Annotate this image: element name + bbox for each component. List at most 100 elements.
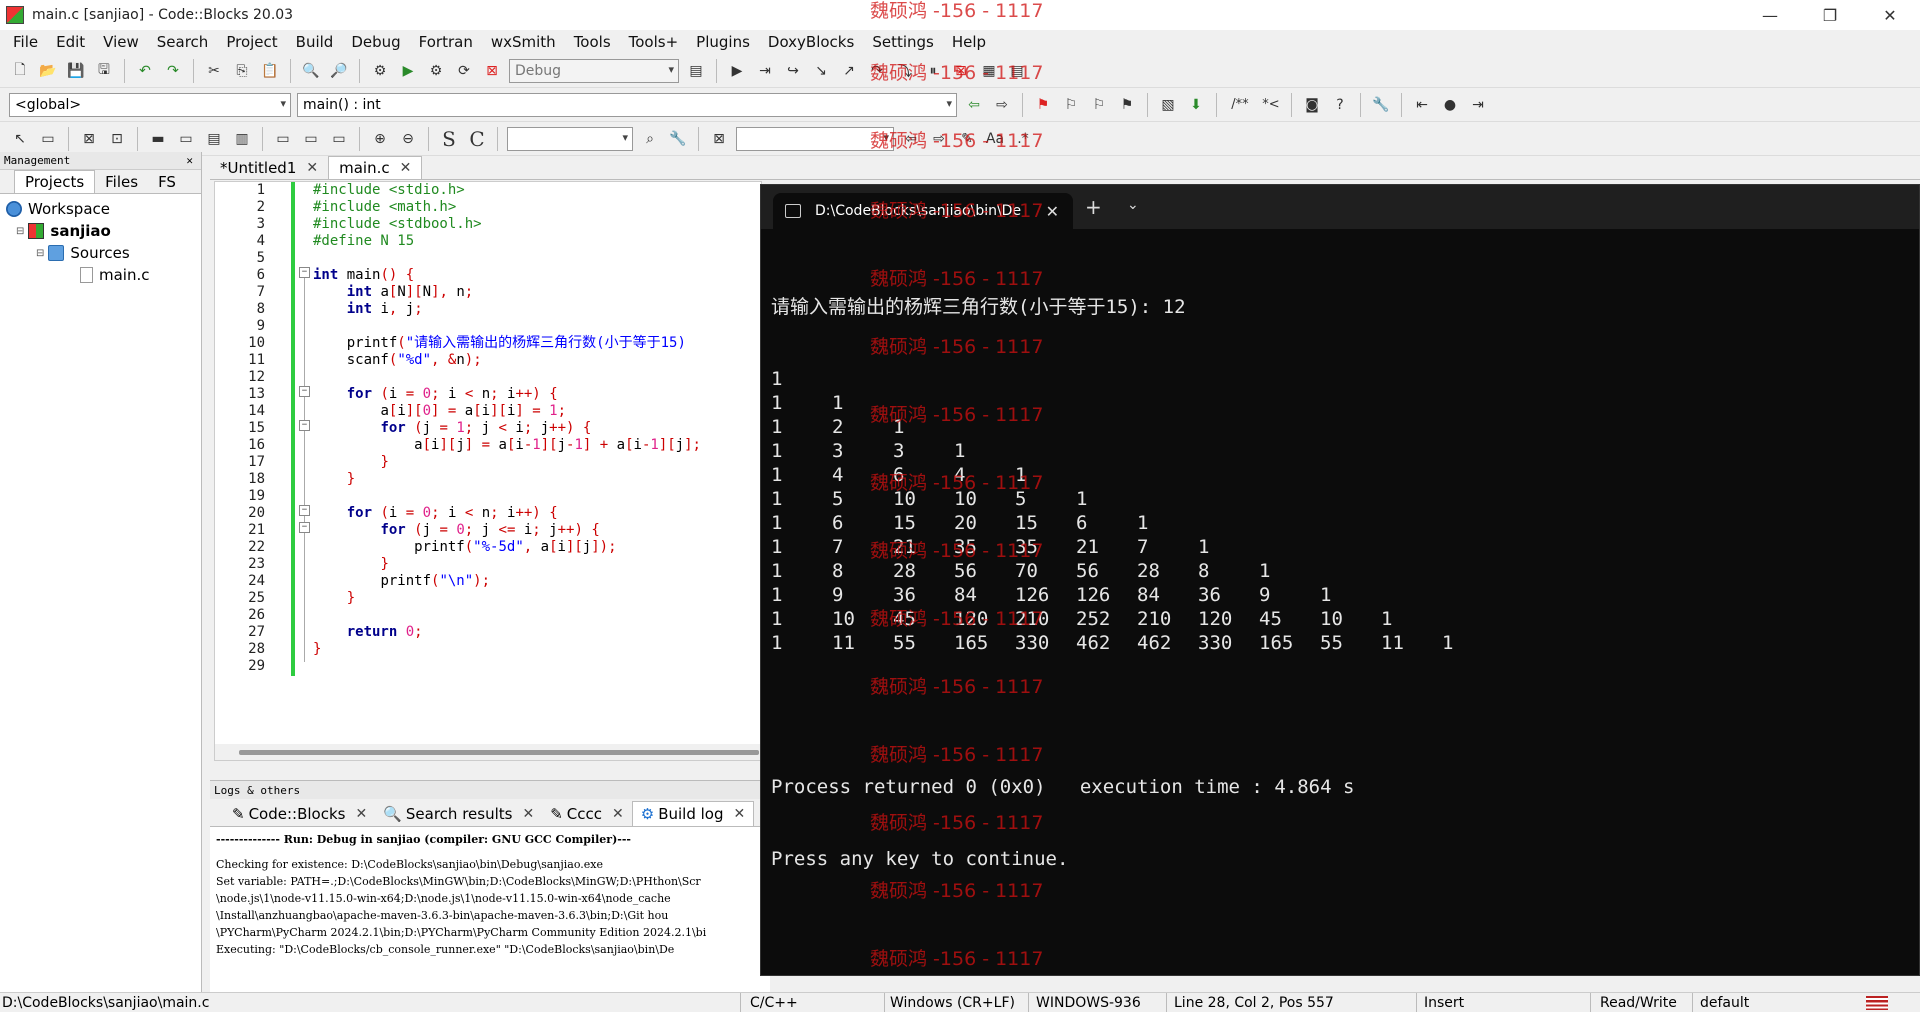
- collapse-icon[interactable]: ⊟: [36, 248, 44, 259]
- open-file-icon[interactable]: 📂: [36, 59, 60, 83]
- find-icon[interactable]: 🔍: [299, 59, 323, 83]
- menu-file[interactable]: File: [4, 33, 47, 51]
- clear-bookmarks-icon[interactable]: ⚑: [1115, 93, 1139, 117]
- menu-wxsmith[interactable]: wxSmith: [482, 33, 565, 51]
- code-line[interactable]: }: [313, 590, 701, 607]
- tab-files[interactable]: Files: [95, 171, 148, 193]
- horizontal-scrollbar[interactable]: [215, 744, 761, 760]
- run-icon[interactable]: ▶: [396, 59, 420, 83]
- code-line[interactable]: }: [313, 454, 701, 471]
- fold-marker[interactable]: −: [299, 505, 310, 516]
- code-line[interactable]: for (i = 0; i < n; i++) {: [313, 386, 701, 403]
- next-line-icon[interactable]: ↪: [781, 59, 805, 83]
- rebuild-icon[interactable]: ⟳: [452, 59, 476, 83]
- maximize-button[interactable]: ❐: [1800, 0, 1860, 30]
- menu-view[interactable]: View: [94, 33, 148, 51]
- tab-projects[interactable]: Projects: [14, 170, 96, 193]
- code-line[interactable]: int i, j;: [313, 301, 701, 318]
- tree-node-main-c[interactable]: main.c: [6, 264, 201, 286]
- wx-border2-icon[interactable]: ▭: [299, 127, 323, 151]
- wx-border1-icon[interactable]: ▭: [271, 127, 295, 151]
- jump-back-icon[interactable]: ⇦: [962, 93, 986, 117]
- abort-icon[interactable]: ⊠: [480, 59, 504, 83]
- close-icon[interactable]: ✕: [400, 160, 412, 176]
- code-line[interactable]: for (j = 1; j < i; j++) {: [313, 420, 701, 437]
- build-target-select[interactable]: Debug ▾: [509, 58, 679, 83]
- search-run-icon[interactable]: ⌕: [638, 127, 662, 151]
- redo-icon[interactable]: ↷: [161, 59, 185, 83]
- clear-search-icon[interactable]: ⊠: [707, 127, 731, 151]
- record-icon[interactable]: ●: [1438, 93, 1462, 117]
- tab-build-log[interactable]: ⚙ Build log ✕: [631, 801, 755, 826]
- tab-untitled1[interactable]: *Untitled1 ✕: [210, 157, 328, 179]
- function-select[interactable]: main() : int ▾: [297, 92, 957, 117]
- zoom-in-icon[interactable]: ⊕: [368, 127, 392, 151]
- paste-icon[interactable]: 📋: [258, 59, 282, 83]
- code-line[interactable]: }: [313, 641, 701, 658]
- doxy-extract-icon[interactable]: ⬇: [1184, 93, 1208, 117]
- syntax-s-icon[interactable]: S: [437, 127, 461, 151]
- code-line[interactable]: printf("%-5d", a[i][j]);: [313, 539, 701, 556]
- close-icon[interactable]: ✕: [186, 154, 193, 167]
- code-editor[interactable]: 1 2 3 4 5 6 7 8 9 10 11 12 13 14 15 16 17 18 19 20 21 22 23 24 2…: [214, 181, 762, 761]
- close-button[interactable]: ✕: [1860, 0, 1920, 30]
- tab-main-c[interactable]: main.c ✕: [328, 156, 423, 179]
- wx-sizer4-icon[interactable]: ▥: [230, 127, 254, 151]
- replace-icon[interactable]: 🔎: [327, 59, 351, 83]
- new-tab-button[interactable]: +: [1085, 195, 1102, 219]
- wx-sizer2-icon[interactable]: ▭: [174, 127, 198, 151]
- menu-debug[interactable]: Debug: [342, 33, 409, 51]
- tab-search-results[interactable]: 🔍 Search results ✕: [375, 802, 542, 826]
- code-line[interactable]: [313, 658, 701, 675]
- minimize-button[interactable]: —: [1740, 0, 1800, 30]
- doxy-html-icon[interactable]: ◙: [1300, 93, 1324, 117]
- code-line[interactable]: #include <stdio.h>: [313, 182, 701, 199]
- fold-marker[interactable]: −: [299, 386, 310, 397]
- run-to-cursor-icon[interactable]: ⇥: [753, 59, 777, 83]
- build-target-info-icon[interactable]: ▤: [684, 59, 708, 83]
- jump-forward-icon[interactable]: ⇨: [990, 93, 1014, 117]
- syntax-c-icon[interactable]: C: [465, 127, 489, 151]
- close-icon[interactable]: ✕: [612, 806, 624, 822]
- code-line[interactable]: }: [313, 471, 701, 488]
- code-line[interactable]: a[i][0] = a[i][i] = 1;: [313, 403, 701, 420]
- menu-tools[interactable]: Tools: [565, 33, 620, 51]
- close-icon[interactable]: ✕: [1046, 202, 1059, 221]
- fold-marker[interactable]: −: [299, 420, 310, 431]
- undo-icon[interactable]: ↶: [133, 59, 157, 83]
- save-icon[interactable]: 💾: [64, 59, 88, 83]
- menu-plugins[interactable]: Plugins: [687, 33, 759, 51]
- code-line[interactable]: #include <math.h>: [313, 199, 701, 216]
- code-line[interactable]: }: [313, 556, 701, 573]
- code-line[interactable]: a[i][j] = a[i-1][j-1] + a[i-1][j];: [313, 437, 701, 454]
- tab-codeblocks-log[interactable]: ✎ Code::Blocks ✕: [224, 802, 375, 826]
- toggle-bookmark-icon[interactable]: ⚑: [1031, 93, 1055, 117]
- menu-project[interactable]: Project: [217, 33, 286, 51]
- code-line[interactable]: int a[N][N], n;: [313, 284, 701, 301]
- wx-sizer3-icon[interactable]: ▤: [202, 127, 226, 151]
- step-into-icon[interactable]: ↘: [809, 59, 833, 83]
- wx-dialog-icon[interactable]: ⊡: [105, 127, 129, 151]
- save-all-icon[interactable]: 🖫: [92, 59, 116, 83]
- tree-node-project[interactable]: ⊟ sanjiao: [6, 220, 201, 242]
- code-line[interactable]: [313, 318, 701, 335]
- collapse-icon[interactable]: ⊟: [16, 226, 24, 237]
- code-line[interactable]: [313, 369, 701, 386]
- search-settings-icon[interactable]: 🔧: [666, 127, 690, 151]
- scope-select[interactable]: <global> ▾: [9, 92, 291, 117]
- menu-help[interactable]: Help: [943, 33, 995, 51]
- menu-tools-plus[interactable]: Tools+: [620, 33, 688, 51]
- menu-build[interactable]: Build: [287, 33, 343, 51]
- build-gear-icon[interactable]: ⚙: [368, 59, 392, 83]
- code-line[interactable]: printf("请输入需输出的杨辉三角行数(小于等于15): [313, 335, 701, 352]
- wx-panel-icon[interactable]: ⊠: [77, 127, 101, 151]
- fold-marker[interactable]: −: [299, 522, 310, 533]
- copy-icon[interactable]: ⎘: [230, 59, 254, 83]
- block-comment-button[interactable]: /**: [1225, 93, 1255, 117]
- close-icon[interactable]: ✕: [355, 806, 367, 822]
- code-line[interactable]: [313, 488, 701, 505]
- menu-search[interactable]: Search: [148, 33, 218, 51]
- next-bookmark-icon[interactable]: ⚐: [1087, 93, 1111, 117]
- prev-change-icon[interactable]: ⇤: [1410, 93, 1434, 117]
- code-line[interactable]: int main() {: [313, 267, 701, 284]
